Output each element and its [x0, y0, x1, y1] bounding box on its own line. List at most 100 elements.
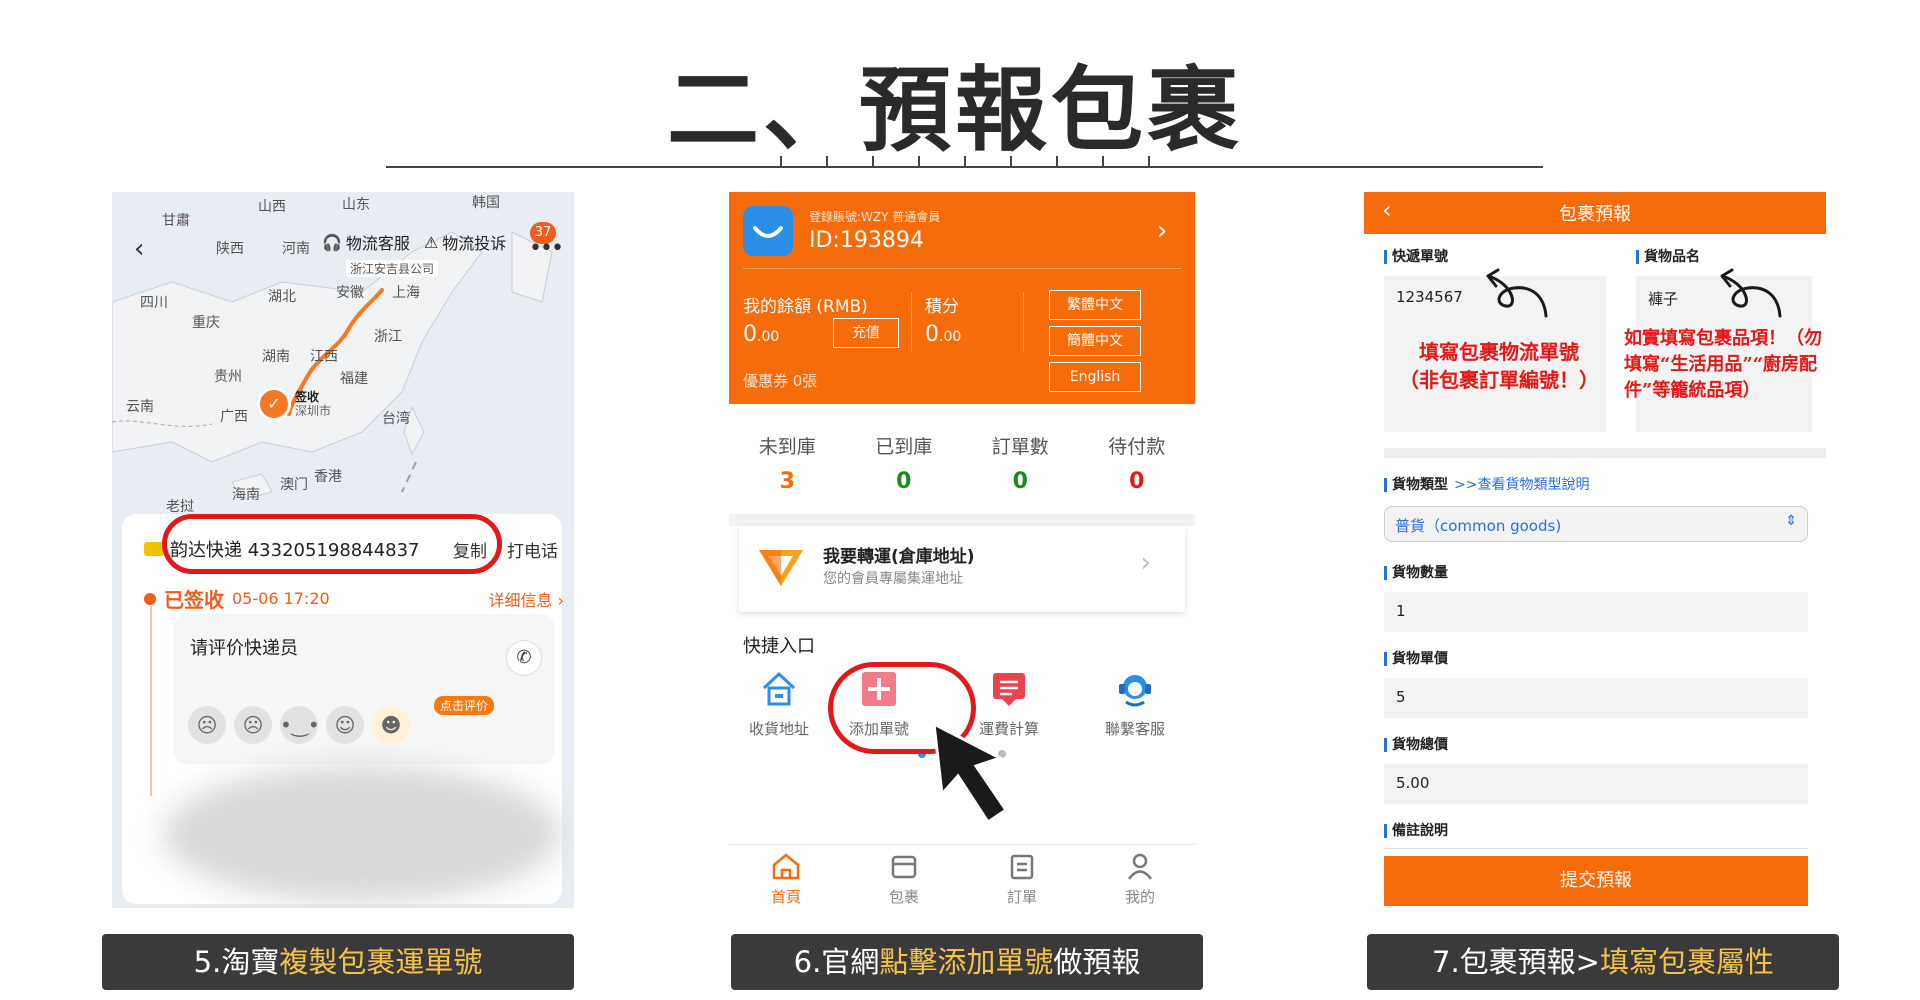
stat-value: 0 — [896, 469, 912, 494]
map-label: 澳门 — [280, 477, 308, 493]
tracking-label: 快遞單號 — [1384, 250, 1448, 264]
stat-label: 待付款 — [1108, 436, 1166, 458]
map-label: 广西 — [220, 409, 248, 425]
total-value: 5.00 — [1396, 774, 1430, 792]
more-icon[interactable]: ••• — [529, 236, 564, 261]
qty-input[interactable] — [1384, 592, 1808, 632]
tab-package[interactable]: 包裹 — [864, 852, 944, 907]
logistics-service-label: 物流客服 — [345, 234, 410, 253]
map-label: 香港 — [314, 469, 342, 485]
map-label: 湖南 — [262, 349, 290, 365]
very-unhappy-face-icon[interactable]: ☹ — [188, 706, 226, 744]
caption-text: 做預報 — [1053, 945, 1141, 979]
order-stats: 未到庫 3 已到庫 0 訂單數 0 待付款 0 — [729, 432, 1195, 494]
ship-card[interactable]: 我要轉運(倉庫地址) 您的會員專屬集運地址 › — [739, 526, 1185, 612]
support-agent-icon — [1119, 675, 1151, 707]
tab-home[interactable]: 首頁 — [746, 852, 826, 907]
status-dot — [144, 592, 156, 605]
submit-report-button[interactable]: 提交預報 — [1384, 856, 1808, 906]
logistics-service-button[interactable]: 🎧 物流客服 — [322, 230, 410, 254]
phone-icon[interactable]: ✆ — [506, 640, 542, 676]
caption-highlight: 填寫包裹屬性 — [1599, 945, 1774, 979]
map-label: 湖北 — [268, 289, 296, 305]
status-label: 已签收 — [164, 588, 224, 612]
caption-step-7: 7.包裹預報>填寫包裹屬性 — [1367, 934, 1839, 990]
caption-highlight: 複製包裹運單號 — [279, 945, 483, 979]
quick-address-button[interactable]: 收貨地址 — [729, 670, 829, 739]
form-title: 包裹預報 — [1559, 204, 1631, 225]
rate-prompt: 请评价快递员 — [190, 638, 298, 659]
courier-branch: 浙江安吉县公司 — [346, 260, 439, 277]
tab-label: 包裹 — [888, 888, 919, 906]
map-label: 河南 — [282, 241, 310, 257]
tab-label: 我的 — [1124, 888, 1155, 906]
points-int: 0 — [925, 322, 939, 347]
quick-entry-title: 快捷入口 — [743, 636, 815, 657]
happy-face-icon[interactable]: ☺ — [326, 706, 364, 744]
ship-subtitle: 您的會員專屬集運地址 — [823, 571, 963, 587]
points-value: 0.00 — [925, 322, 961, 347]
goods-type-select[interactable]: 普貨（common goods) ⇕ — [1384, 506, 1808, 542]
lang-english-button[interactable]: English — [1049, 362, 1141, 392]
tracking-highlight-ring — [162, 514, 502, 574]
sign-city: 深圳市 — [295, 404, 332, 418]
neutral-face-icon[interactable]: •‿• — [280, 706, 320, 744]
headset-icon: 🎧 — [322, 232, 342, 252]
map-label: 贵州 — [214, 369, 242, 385]
details-link[interactable]: 详细信息 › — [489, 587, 565, 611]
page-title: 二、預報包裹 — [666, 57, 1243, 164]
user-icon — [1127, 853, 1153, 880]
map-label: 云南 — [126, 399, 154, 415]
map-label: 甘肅 — [162, 213, 190, 229]
price-input[interactable] — [1384, 678, 1808, 718]
stat-value: 0 — [1012, 469, 1028, 494]
courier-logo-icon — [144, 542, 164, 556]
map-label: 江西 — [310, 349, 338, 365]
member-id: ID:193894 — [809, 228, 924, 253]
price-value: 5 — [1396, 688, 1406, 706]
very-happy-face-icon[interactable]: ☻ — [372, 706, 410, 744]
stat-value: 0 — [1129, 469, 1145, 494]
stat-orders[interactable]: 訂單數 0 — [962, 432, 1079, 494]
box-icon — [891, 855, 917, 879]
type-help-link[interactable]: >>查看貨物類型說明 — [1454, 477, 1589, 493]
type-label: 貨物類型 >>查看貨物類型說明 — [1384, 478, 1589, 492]
rule-tick — [1148, 156, 1150, 166]
ship-title: 我要轉運(倉庫地址) — [823, 547, 975, 567]
curly-arrow-icon — [1720, 268, 1782, 318]
avatar[interactable] — [743, 206, 793, 256]
lang-simplified-button[interactable]: 簡體中文 — [1049, 326, 1141, 356]
stat-not-arrived[interactable]: 未到庫 3 — [729, 432, 846, 494]
unhappy-face-icon[interactable]: ☹ — [234, 706, 272, 744]
rule-tick — [1102, 156, 1104, 166]
chevron-right-icon[interactable]: › — [1157, 216, 1167, 246]
logistics-complaint-button[interactable]: ⚠ 物流投诉 — [424, 230, 506, 254]
goods-type-value: 普貨（common goods) — [1395, 517, 1562, 535]
caption-highlight: 點擊添加單號 — [879, 945, 1054, 979]
tabbar-divider — [729, 844, 1195, 845]
lang-traditional-button[interactable]: 繁體中文 — [1049, 290, 1141, 320]
caption-text: 5.淘寶 — [193, 945, 280, 979]
smile-avatar-icon — [753, 226, 783, 238]
stat-arrived[interactable]: 已到庫 0 — [846, 432, 963, 494]
back-icon[interactable]: ‹ — [134, 234, 144, 264]
coupon-label[interactable]: 優惠券 0張 — [743, 370, 817, 391]
warehouse-v-icon — [759, 550, 803, 586]
divider — [743, 268, 1181, 269]
stat-unpaid[interactable]: 待付款 0 — [1079, 432, 1196, 494]
rate-courier-box: 请评价快递员 ✆ ☹ ☹ •‿• ☺ ☻ 点击评价 — [174, 614, 554, 764]
map-label: 台湾 — [382, 411, 410, 427]
tab-me[interactable]: 我的 — [1100, 852, 1180, 907]
map-label: 安徽 — [336, 285, 364, 301]
map-label: 浙江 — [374, 329, 402, 345]
tracking-note-line: （非包裹訂單編號！） — [1399, 368, 1599, 392]
total-input[interactable] — [1384, 764, 1808, 804]
remark-divider — [1384, 848, 1808, 849]
quick-support-button[interactable]: 聯繫客服 — [1085, 670, 1185, 739]
recharge-button[interactable]: 充值 — [833, 318, 899, 348]
tab-orders[interactable]: 訂單 — [982, 852, 1062, 907]
tracking-note-line: 填寫包裹物流單號 — [1419, 340, 1579, 364]
call-button[interactable]: 打电话 — [507, 537, 558, 562]
goods-label: 貨物品名 — [1636, 250, 1700, 264]
section-divider — [1384, 448, 1826, 458]
